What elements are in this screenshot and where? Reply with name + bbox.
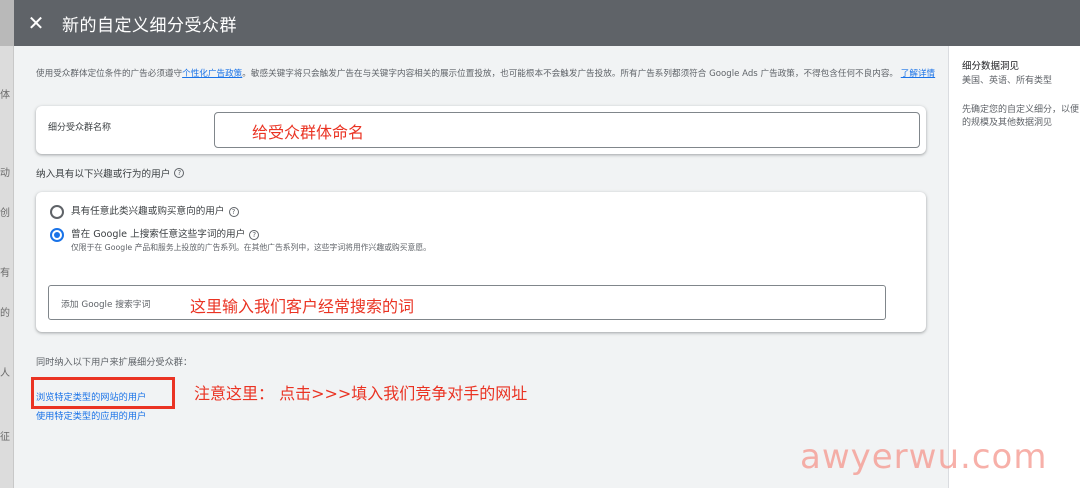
radio-option-search[interactable]: 曾在 Google 上搜索任意这些字词的用户 ? 仅限于在 Google 产品和… (50, 228, 431, 254)
dialog-title: 新的自定义细分受众群 (62, 15, 237, 36)
background-sidebar-text: 有 (0, 268, 10, 279)
insights-description-line: 的规模及其他数据洞见 (962, 118, 1053, 128)
policy-text: 。敏感关键字将只会触发广告在与关键字内容相关的展示位置投放，也可能根本不会触发广… (242, 69, 899, 79)
radio-option-interest[interactable]: 具有任意此类兴趣或购买意向的用户 ? (50, 205, 239, 219)
policy-link[interactable]: 个性化广告政策 (182, 69, 242, 79)
background-sidebar-text: 人 (0, 368, 10, 379)
background-sidebar-text: 创 (0, 208, 10, 219)
include-section-label: 纳入具有以下兴趣或行为的用户 ? (36, 166, 185, 180)
radio-button[interactable] (50, 205, 64, 219)
insights-panel: 细分数据洞见 美国、英语、所有类型 先确定您的自定义细分，以便 的规模及其他数据… (948, 46, 1080, 488)
help-icon[interactable]: ? (174, 168, 185, 178)
insights-description: 先确定您的自定义细分，以便 的规模及其他数据洞见 (962, 104, 1080, 130)
radio-label: 具有任意此类兴趣或购买意向的用户 (71, 206, 225, 217)
apps-link[interactable]: 使用特定类型的应用的用户 (36, 408, 146, 422)
help-icon[interactable]: ? (228, 207, 239, 217)
watermark: awyerwu.com (800, 437, 1048, 477)
expand-label: 同时纳入以下用户来扩展细分受众群： (36, 357, 193, 368)
name-annotation: 给受众群体命名 (252, 123, 365, 142)
close-icon[interactable]: ✕ (14, 0, 58, 46)
include-card: 具有任意此类兴趣或购买意向的用户 ? 曾在 Google 上搜索任意这些字词的用… (36, 192, 926, 332)
radio-sublabel: 仅限于在 Google 产品和服务上投放的广告系列。在其他广告系列中，这些字词将… (71, 243, 431, 252)
website-annotation: 注意这里： 点击>>>填入我们竞争对手的网址 (194, 384, 528, 403)
segment-name-label: 细分受众群名称 (48, 123, 112, 133)
search-terms-placeholder: 添加 Google 搜索字词 (61, 300, 151, 310)
background-sidebar-text: 征 (0, 432, 10, 443)
learn-more-link[interactable]: 了解详情 (901, 69, 935, 79)
search-annotation: 这里输入我们客户经常搜索的词 (190, 297, 415, 316)
policy-notice: 使用受众群体定位条件的广告必须遵守个性化广告政策。敏感关键字将只会触发广告在与关… (36, 68, 936, 81)
websites-link[interactable]: 浏览特定类型的网站的用户 (36, 389, 146, 403)
radio-button-selected[interactable] (50, 228, 64, 242)
help-icon[interactable]: ? (249, 230, 260, 240)
background-sidebar-text: 动 (0, 168, 10, 179)
segment-name-card: 细分受众群名称 给受众群体命名 (36, 106, 926, 154)
background-sidebar: 体 动 创 有 的 人 征 (0, 46, 14, 488)
insights-description-line: 先确定您的自定义细分，以便 (962, 105, 1080, 115)
background-sidebar-text: 体 (0, 90, 10, 101)
search-terms-input[interactable]: 添加 Google 搜索字词 (48, 285, 886, 320)
dialog-header: ✕ 新的自定义细分受众群 (14, 0, 1080, 46)
insights-title: 细分数据洞见 (962, 61, 1020, 72)
include-label-text: 纳入具有以下兴趣或行为的用户 (36, 169, 171, 180)
radio-label: 曾在 Google 上搜索任意这些字词的用户 (71, 229, 246, 240)
policy-text: 使用受众群体定位条件的广告必须遵守 (36, 69, 183, 79)
insights-subtitle: 美国、英语、所有类型 (962, 76, 1053, 86)
background-sidebar-text: 的 (0, 308, 10, 319)
main-form: 使用受众群体定位条件的广告必须遵守个性化广告政策。敏感关键字将只会触发广告在与关… (14, 46, 948, 488)
